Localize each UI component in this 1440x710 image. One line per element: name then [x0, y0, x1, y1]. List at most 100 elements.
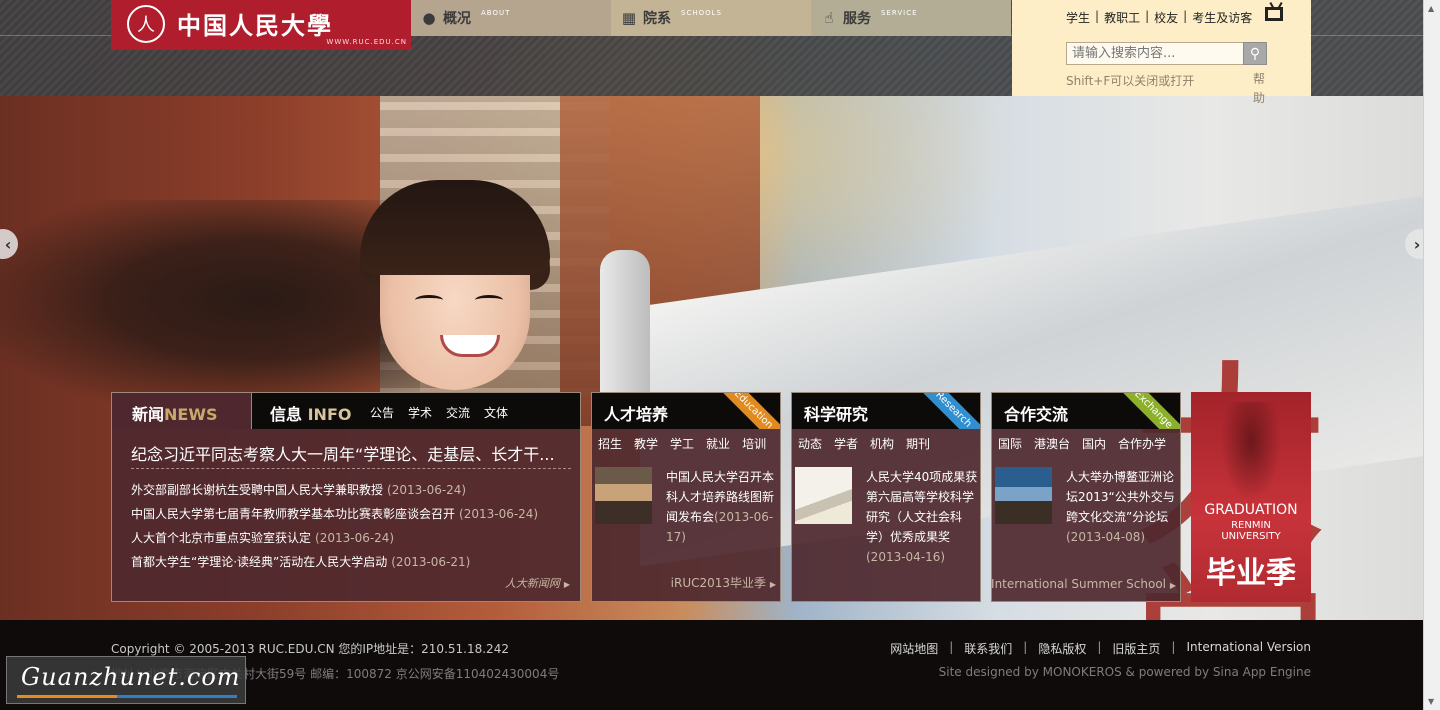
panel-header: 合作交流 Exchange	[992, 393, 1180, 429]
nav-service[interactable]: ☝ 服务 SERVICE	[811, 0, 1011, 36]
subnav-item[interactable]: 国际	[998, 435, 1022, 452]
news-title[interactable]: 人大首个北京市重点实验室获认定	[131, 531, 311, 545]
triangle-right-icon: ▶	[769, 580, 776, 589]
help-link[interactable]: 帮助	[1253, 70, 1267, 108]
nav-label-en: SCHOOLS	[681, 9, 722, 17]
hand-icon: ☝	[824, 9, 834, 27]
list-item[interactable]: 首都大学生“学理论·读经典”活动在人民大学启动 (2013-06-21)	[131, 553, 571, 577]
tab-news[interactable]: 新闻NEWS	[112, 393, 252, 429]
subtab-announcement[interactable]: 公告	[370, 404, 394, 421]
subtab-exchange[interactable]: 交流	[446, 404, 470, 421]
feature-text[interactable]: 中国人民大学召开本科人才培养路线图新闻发布会(2013-06-17)	[666, 467, 778, 547]
panel-title[interactable]: 人才培养	[604, 405, 668, 424]
subnav-item[interactable]: 国内	[1082, 435, 1106, 452]
tv-icon[interactable]	[1265, 7, 1283, 21]
subnav-item[interactable]: 合作办学	[1118, 435, 1166, 452]
feature-text[interactable]: 人大举办博鳌亚洲论坛2013“公共外交与跨文化交流”分论坛 (2013-04-08…	[1066, 467, 1178, 547]
grid-icon: ▦	[621, 9, 637, 27]
subtab-culture[interactable]: 文体	[484, 404, 508, 421]
news-title[interactable]: 首都大学生“学理论·读经典”活动在人民大学启动	[131, 555, 387, 569]
panel-title[interactable]: 科学研究	[804, 405, 868, 424]
link-alumni[interactable]: 校友	[1154, 9, 1178, 26]
list-item[interactable]: 人大首个北京市重点实验室获认定 (2013-06-24)	[131, 529, 571, 553]
scroll-down-icon[interactable]: ▼	[1428, 697, 1434, 706]
search-input[interactable]	[1066, 42, 1244, 65]
search-icon[interactable]: ⚲	[1243, 42, 1267, 65]
globe-icon: ●	[422, 9, 436, 27]
separator: |	[1097, 640, 1102, 654]
search-hint: Shift+F可以关闭或打开	[1066, 74, 1195, 88]
subnav-item[interactable]: 动态	[798, 435, 822, 452]
triangle-right-icon: ▶	[1169, 581, 1176, 590]
footer-links: 网站地图 | 联系我们 | 隐私版权 | 旧版主页 | International Ve…	[890, 640, 1311, 657]
separator: |	[1023, 640, 1028, 654]
panel-title[interactable]: 合作交流	[1004, 405, 1068, 424]
graduation-subtitle: RENMIN UNIVERSITY	[1191, 520, 1311, 542]
graduation-renmin: RENMIN	[1231, 520, 1271, 531]
link-students[interactable]: 学生	[1066, 9, 1090, 26]
subtab-academic[interactable]: 学术	[408, 404, 432, 421]
feature-title: 人民大学40项成果获第六届高等学校科学研究（人文社会科学）优秀成果奖	[866, 470, 978, 544]
subnav-item[interactable]: 就业	[706, 435, 730, 452]
panel-header: 人才培养 Education	[592, 393, 780, 429]
news-date: (2013-06-24)	[459, 507, 539, 521]
feature-text[interactable]: 人民大学40项成果获第六届高等学校科学研究（人文社会科学）优秀成果奖 (2013-…	[866, 467, 978, 567]
list-item[interactable]: 中国人民大学第七届青年教师教学基本功比赛表彰座谈会召开 (2013-06-24)	[131, 505, 571, 529]
panel-subnav: 动态 学者 机构 期刊	[798, 435, 930, 452]
news-list: 外交部副部长谢杭生受聘中国人民大学兼职教授 (2013-06-24) 中国人民大学…	[131, 481, 571, 577]
link-international[interactable]: International Version	[1186, 640, 1311, 657]
education-panel: 人才培养 Education 招生 教学 学工 就业 培训 中国人民大学召开本科人…	[591, 392, 781, 602]
news-date: (2013-06-24)	[387, 483, 467, 497]
news-headline[interactable]: 纪念习近平同志考察人大一周年“学理论、走基层、长才干...	[131, 441, 573, 465]
panel-header: 科学研究 Research	[792, 393, 980, 429]
graduation-university: UNIVERSITY	[1221, 531, 1281, 542]
link-visitors[interactable]: 考生及访客	[1192, 9, 1252, 26]
more-news-link[interactable]: 人大新闻网 ▶	[505, 575, 570, 591]
subnav-item[interactable]: 机构	[870, 435, 894, 452]
vertical-scrollbar[interactable]: ▲ ▼	[1423, 0, 1440, 710]
news-title[interactable]: 中国人民大学第七届青年教师教学基本功比赛表彰座谈会召开	[131, 507, 455, 521]
news-thumbnail[interactable]	[995, 467, 1052, 524]
separator: |	[1183, 9, 1188, 23]
panel-subnav: 国际 港澳台 国内 合作办学	[998, 435, 1166, 452]
subnav-item[interactable]: 学者	[834, 435, 858, 452]
search-panel: 学生 | 教职工 | 校友 | 考生及访客 ⚲ Shift+F可以关闭或打开 帮助	[1012, 0, 1311, 105]
list-item[interactable]: 外交部副部长谢杭生受聘中国人民大学兼职教授 (2013-06-24)	[131, 481, 571, 505]
link-sitemap[interactable]: 网站地图	[890, 640, 938, 657]
news-title[interactable]: 外交部副部长谢杭生受聘中国人民大学兼职教授	[131, 483, 383, 497]
news-thumbnail[interactable]	[595, 467, 652, 524]
separator: |	[1171, 640, 1176, 654]
more-news-label: 人大新闻网	[504, 577, 560, 590]
subnav-item[interactable]: 学工	[670, 435, 694, 452]
news-thumbnail[interactable]	[795, 467, 852, 524]
nav-about[interactable]: ● 概况 ABOUT	[411, 0, 611, 36]
feature-title: 人大举办博鳌亚洲论坛2013“公共外交与跨文化交流”分论坛	[1066, 470, 1175, 524]
subnav-item[interactable]: 教学	[634, 435, 658, 452]
nav-schools[interactable]: ▦ 院系 SCHOOLS	[611, 0, 811, 36]
tab-info-en: INFO	[307, 405, 352, 424]
subnav-item[interactable]: 期刊	[906, 435, 930, 452]
link-privacy[interactable]: 隐私版权	[1038, 640, 1086, 657]
subnav-item[interactable]: 招生	[598, 435, 622, 452]
panel-subnav: 招生 教学 学工 就业 培训	[598, 435, 766, 452]
separator: |	[949, 640, 954, 654]
graduation-title: GRADUATION	[1204, 502, 1298, 518]
tab-info[interactable]: 信息 INFO	[270, 401, 351, 425]
subnav-item[interactable]: 港澳台	[1034, 435, 1070, 452]
news-date: (2013-06-21)	[391, 555, 471, 569]
separator: |	[1095, 9, 1100, 23]
link-staff[interactable]: 教职工	[1104, 9, 1140, 26]
audience-links: 学生 | 教职工 | 校友 | 考生及访客	[1066, 9, 1252, 26]
graduation-banner[interactable]: GRADUATION RENMIN UNIVERSITY 毕业季	[1191, 392, 1311, 602]
link-old-homepage[interactable]: 旧版主页	[1112, 640, 1160, 657]
nav-label-en: ABOUT	[481, 9, 511, 17]
jumping-figure-graphic	[1221, 402, 1281, 502]
university-logo[interactable]: 人 中国人民大學 WWW.RUC.EDU.CN	[111, 0, 411, 50]
feature-footer-link[interactable]: International Summer School ▶	[991, 577, 1176, 591]
hero-pillar	[600, 250, 650, 400]
feature-footer-link[interactable]: iRUC2013毕业季 ▶	[671, 574, 776, 591]
nav-label-en: SERVICE	[881, 9, 918, 17]
scroll-up-icon[interactable]: ▲	[1428, 4, 1434, 13]
link-contact[interactable]: 联系我们	[964, 640, 1012, 657]
subnav-item[interactable]: 培训	[742, 435, 766, 452]
